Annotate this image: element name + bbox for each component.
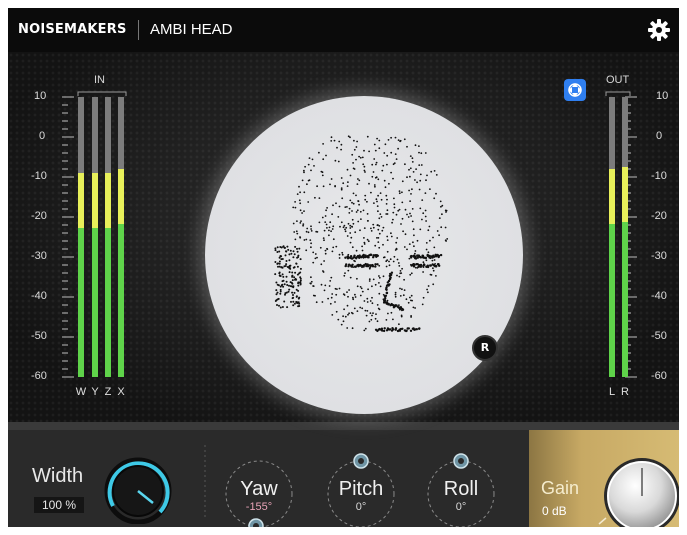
in-meter-bar-peak [78, 173, 84, 228]
meter-and-stage-area: IN OUT 10 0 -10 -20 -30 -40 -50 -60 10 0… [8, 52, 679, 422]
out-meter-bar-fill [622, 222, 628, 377]
yaw-value: -155° [245, 501, 273, 513]
in-meter-bar-fill [78, 228, 84, 377]
in-channel-label: Y [91, 386, 99, 398]
in-meter-bracket [77, 91, 127, 96]
face-dots [274, 135, 449, 333]
reset-badge[interactable]: R [472, 335, 498, 361]
in-scale-label: -50 [31, 330, 47, 342]
in-meter-bar-fill [105, 228, 111, 377]
in-scale-label: 10 [34, 90, 47, 102]
header-bar: NOISEMAKERS AMBI HEAD [8, 8, 679, 52]
out-scale-label: -20 [651, 210, 667, 222]
yaw-handle[interactable] [248, 518, 264, 527]
in-scale-label: -30 [31, 250, 47, 262]
width-knob[interactable] [96, 456, 180, 524]
pitch-control[interactable]: Pitch 0° [326, 478, 396, 513]
in-channel-label: X [117, 386, 125, 398]
out-channel-label: R [621, 386, 629, 398]
head-orientation-stage[interactable] [205, 96, 523, 414]
out-scale-label: -30 [651, 250, 667, 262]
in-channel-label: Z [104, 386, 112, 398]
out-meter-bracket [605, 91, 631, 96]
roll-handle[interactable] [453, 453, 469, 469]
roll-label: Roll [443, 478, 479, 500]
roll-value: 0° [455, 501, 467, 513]
out-meter-label: OUT [606, 74, 630, 86]
product-title: AMBI HEAD [150, 21, 233, 38]
out-meter-bar-fill [609, 224, 615, 377]
roll-control[interactable]: Roll 0° [431, 478, 491, 513]
yaw-label: Yaw [240, 478, 278, 500]
gear-icon[interactable] [647, 18, 671, 42]
brand-logo: NOISEMAKERS [18, 22, 127, 37]
head-point-cloud [274, 135, 449, 333]
in-scale-label: -40 [31, 290, 47, 302]
gain-knob[interactable] [591, 450, 679, 527]
out-scale-label: -10 [651, 170, 667, 182]
pitch-value: 0° [355, 501, 367, 513]
yaw-control[interactable]: Yaw -155° [229, 478, 289, 513]
in-meter-label: IN [94, 74, 105, 86]
gain-value[interactable]: 0 dB [542, 504, 567, 518]
width-label: Width [32, 465, 84, 487]
width-value[interactable]: 100 % [34, 497, 84, 513]
out-scale-label: 0 [656, 130, 663, 142]
in-meter-bar-peak [118, 169, 124, 224]
out-meter-bar-peak [622, 167, 628, 222]
pitch-label: Pitch [338, 478, 384, 500]
strip-edge [8, 422, 679, 430]
out-scale-label: -60 [651, 370, 667, 382]
in-scale-label: -10 [31, 170, 47, 182]
out-scale-label: -40 [651, 290, 667, 302]
in-channel-label: W [75, 386, 87, 398]
header-divider [138, 20, 139, 40]
out-scale-label: 10 [656, 90, 669, 102]
out-scale-label: -50 [651, 330, 667, 342]
ambi-head-plugin: NOISEMAKERS AMBI HEAD IN OUT 10 0 -10 -2… [8, 8, 679, 527]
pitch-handle[interactable] [353, 453, 369, 469]
in-scale-label: -60 [31, 370, 47, 382]
gain-label: Gain [541, 478, 580, 498]
in-meter-bar-fill [92, 228, 98, 377]
in-scale-label: 0 [39, 130, 46, 142]
out-channel-label: L [608, 386, 616, 398]
in-scale-label: -20 [31, 210, 47, 222]
out-meter-bar-peak [609, 169, 615, 224]
in-meter-bar-fill [118, 224, 124, 377]
in-meter-bar-peak [105, 173, 111, 228]
control-strip: Width 100 % Yaw -155° Pitch 0° Roll 0° G… [8, 422, 679, 527]
in-meter-bar-peak [92, 173, 98, 228]
ambisonic-view-icon[interactable] [564, 79, 586, 101]
